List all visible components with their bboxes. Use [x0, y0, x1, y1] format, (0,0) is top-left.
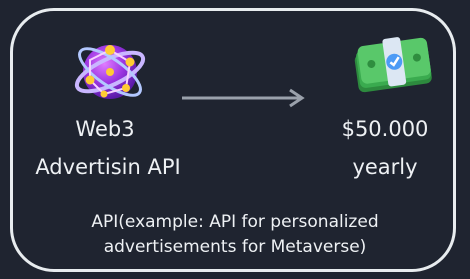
money-icon [354, 37, 432, 93]
product-name: Web3 [75, 117, 135, 141]
web3-sphere-icon [74, 45, 146, 99]
product-type: Advertisin API [35, 155, 181, 179]
price-amount: $50.000 [341, 117, 429, 141]
description-line-2: advertisements for Metaverse) [103, 236, 367, 257]
description: API(example: API for personalized advert… [30, 210, 440, 259]
price-period: yearly [352, 155, 418, 179]
description-line-1: API(example: API for personalized [91, 212, 379, 232]
arrow-right-icon [182, 88, 305, 108]
